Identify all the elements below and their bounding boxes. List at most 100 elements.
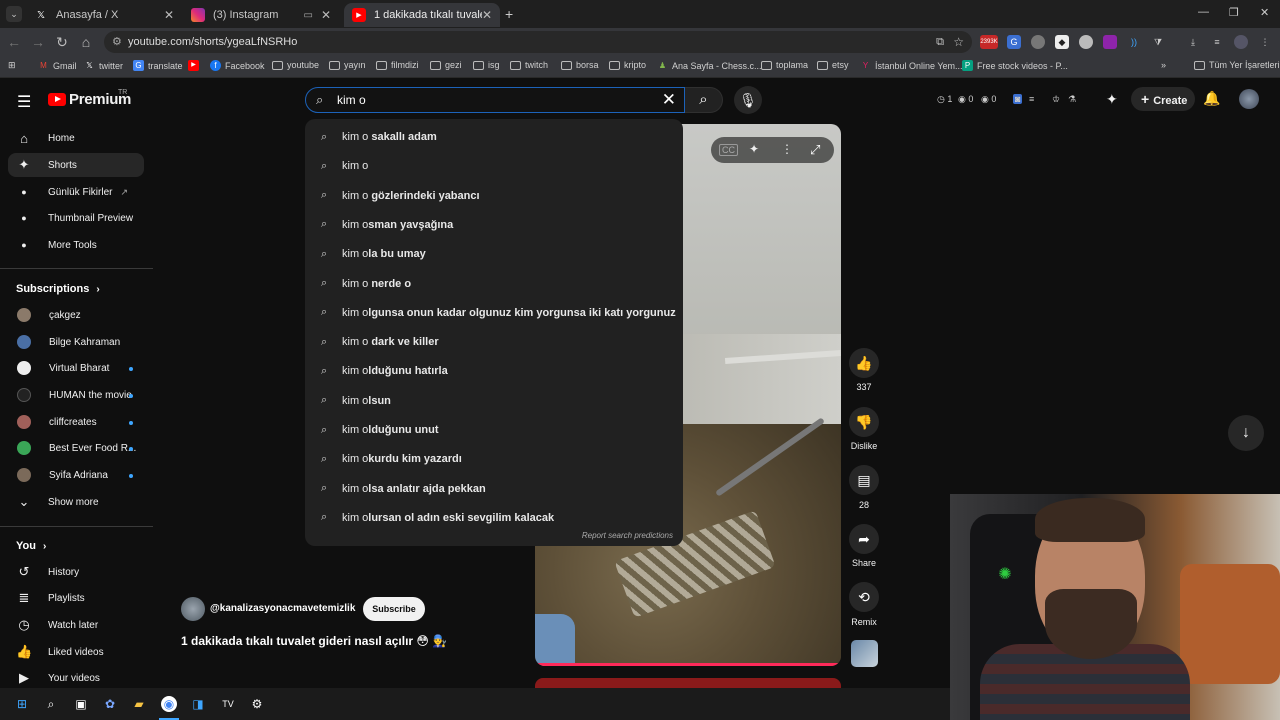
bookmark-folder[interactable]: etsy	[817, 60, 849, 70]
bookmark-folder[interactable]: toplama	[761, 60, 808, 70]
sidebar-item-liked-videos[interactable]: 👍 Liked videos	[16, 641, 104, 663]
task-view-icon[interactable]: ▣	[73, 696, 89, 712]
captions-icon[interactable]: CC	[719, 144, 738, 156]
sidebar-item-thumbnail-preview[interactable]: ● Thumbnail Preview	[16, 207, 133, 229]
reload-icon[interactable]: ↻	[53, 34, 71, 51]
sidebar-item-shorts[interactable]: ✦ Shorts	[16, 154, 77, 176]
report-search-predictions-link[interactable]: Report search predictions	[582, 531, 673, 540]
bookmark-folder[interactable]: gezi	[430, 60, 462, 70]
extension-icon[interactable]: ◙	[1013, 94, 1023, 104]
channel-avatar[interactable]	[181, 597, 205, 621]
profile-avatar[interactable]	[1234, 35, 1248, 49]
clear-search-icon[interactable]: ✕	[662, 90, 676, 110]
app-icon[interactable]: ⚙	[249, 696, 265, 712]
voice-search-button[interactable]: 🎙	[734, 86, 762, 114]
you-heading[interactable]: You ›	[16, 540, 46, 552]
bookmark-folder[interactable]: kripto	[609, 60, 646, 70]
search-suggestion[interactable]: ⌕ kim o	[321, 156, 368, 176]
more-options-icon[interactable]: ⋮	[781, 142, 793, 156]
search-suggestion[interactable]: ⌕ kim o lsa anlatır ajda pekkan	[321, 479, 486, 499]
bookmark-translate[interactable]: Gtranslate	[133, 60, 183, 71]
sidebar-item-your-videos[interactable]: ▶ Your videos	[16, 667, 100, 689]
extension-icon[interactable]: ♔	[1052, 94, 1060, 105]
search-suggestion[interactable]: ⌕ kim o lduğunu hatırla	[321, 361, 448, 381]
all-bookmarks[interactable]: Tüm Yer İşaretleri	[1194, 60, 1280, 70]
subscribe-button[interactable]: Subscribe	[363, 597, 425, 621]
extension-badge[interactable]: 2393K	[980, 35, 998, 49]
close-tab-icon[interactable]: ✕	[482, 8, 492, 22]
chrome-icon[interactable]: ◉	[161, 696, 177, 712]
notifications-bell-icon[interactable]: 🔔	[1203, 90, 1220, 107]
extension-icon[interactable]	[1079, 35, 1093, 49]
search-suggestion[interactable]: ⌕ kim o sman yavşağına	[321, 215, 453, 235]
forward-icon[interactable]: →	[29, 34, 47, 50]
sound-thumbnail[interactable]	[851, 640, 878, 667]
like-button[interactable]: 👍	[849, 348, 879, 378]
tab-youtube[interactable]: ▶ 1 dakikada tıkalı tuvalet gideri ✕	[344, 3, 500, 27]
extension-icon[interactable]: ◆	[1055, 35, 1069, 49]
install-app-icon[interactable]: ⧉	[936, 31, 944, 53]
download-icon[interactable]: ⤓	[1186, 35, 1200, 49]
search-suggestion[interactable]: ⌕ kim o la bu umay	[321, 244, 426, 264]
sidebar-item-history[interactable]: ↺ History	[16, 561, 80, 583]
subscription-cakgez[interactable]: çakgez	[16, 304, 81, 326]
close-tab-icon[interactable]: ✕	[164, 8, 174, 22]
bookmark-facebook[interactable]: f Facebook	[210, 60, 265, 71]
remix-button[interactable]: ⟲	[849, 582, 879, 612]
youtube-logo[interactable]: Premium TR	[48, 89, 131, 108]
search-input[interactable]: ⌕ kim o ✕	[305, 87, 685, 113]
video-progress-bar[interactable]	[535, 663, 841, 666]
shorts-creation-icon[interactable]: ✦	[1106, 91, 1118, 108]
subscription-bilge-kahraman[interactable]: Bilge Kahraman	[16, 331, 120, 353]
bookmark-folder[interactable]: youtube	[272, 60, 319, 70]
hamburger-menu-icon[interactable]: ☰	[17, 92, 31, 112]
shorts-remix-icon[interactable]: ✦	[749, 142, 759, 156]
search-button[interactable]: ⌕	[685, 87, 723, 113]
windows-start-icon[interactable]: ⊞	[14, 696, 30, 712]
search-suggestion[interactable]: ⌕ kim o lursan ol adın eski sevgilim kalac…	[321, 508, 554, 528]
url-field[interactable]: ⚙ youtube.com/shorts/ygeaLfNSRHo ⧉ ☆	[104, 31, 972, 53]
show-more-button[interactable]: ⌄ Show more	[16, 491, 99, 513]
extension-icon[interactable]: ))	[1127, 35, 1141, 49]
account-avatar[interactable]	[1239, 89, 1259, 109]
bookmark-chess[interactable]: ♟ Ana Sayfa - Chess.c...	[657, 60, 762, 71]
subscription-syifa-adriana[interactable]: Syifa Adriana	[16, 464, 108, 486]
bookmark-folder[interactable]: isg	[473, 60, 500, 70]
extension-icon[interactable]	[1103, 35, 1117, 49]
bookmark-folder[interactable]: yayın	[329, 60, 366, 70]
search-suggestion[interactable]: ⌕ kim o kurdu kim yazardı	[321, 449, 462, 469]
copilot-icon[interactable]: ✿	[102, 696, 118, 712]
close-window-icon[interactable]: ✕	[1260, 6, 1269, 19]
search-suggestion[interactable]: ⌕ kim o gözlerindeki yabancı	[321, 186, 480, 206]
search-icon[interactable]: ⌕	[43, 696, 59, 712]
fullscreen-icon[interactable]: ⤢	[810, 142, 820, 158]
new-tab-icon[interactable]: +	[505, 6, 513, 22]
sidebar-item-gunluk-fikirler[interactable]: ● Günlük Fikirler ↗	[16, 181, 128, 203]
comments-button[interactable]: ▤	[849, 465, 879, 495]
bookmark-yemeksepeti[interactable]: Y İstanbul Online Yem...	[860, 60, 963, 71]
home-icon[interactable]: ⌂	[77, 34, 95, 50]
sidebar-item-home[interactable]: ⌂ Home	[16, 127, 75, 149]
search-suggestion[interactable]: ⌕ kim o sakallı adam	[321, 127, 437, 147]
search-suggestion[interactable]: ⌕ kim o lduğunu unut	[321, 420, 439, 440]
close-tab-icon[interactable]: ✕	[321, 8, 331, 22]
menu-icon[interactable]: ⋮	[1258, 35, 1272, 49]
restore-icon[interactable]: ❐	[1229, 6, 1239, 19]
tradingview-icon[interactable]: TV	[220, 696, 236, 712]
bookmark-twitter[interactable]: 𝕏twitter	[84, 60, 123, 71]
tab-x[interactable]: 𝕏 Anasayfa / X ✕	[26, 3, 182, 27]
search-suggestion[interactable]: ⌕ kim o lsun	[321, 391, 391, 411]
subscription-virtual-bharat[interactable]: Virtual Bharat	[16, 357, 109, 379]
media-icon[interactable]: ≡	[1210, 35, 1224, 49]
search-suggestion[interactable]: ⌕ kim o nerde o	[321, 274, 411, 294]
site-info-icon[interactable]: ⚙	[112, 31, 122, 53]
extension-icon[interactable]: ≡	[1029, 94, 1034, 104]
back-icon[interactable]: ←	[5, 34, 23, 50]
app-icon[interactable]: ◨	[190, 696, 206, 712]
create-button[interactable]: + Create	[1131, 87, 1195, 111]
subscription-human-the-movie[interactable]: HUMAN the movie	[16, 384, 132, 406]
search-suggestion[interactable]: ⌕ kim o lgunsa onun kadar olgunuz kim yorg…	[321, 303, 676, 323]
puzzle-icon[interactable]: ⧩	[1151, 35, 1165, 49]
subscription-best-ever-food[interactable]: Best Ever Food R...	[16, 437, 136, 459]
dislike-button[interactable]: 👎	[849, 407, 879, 437]
